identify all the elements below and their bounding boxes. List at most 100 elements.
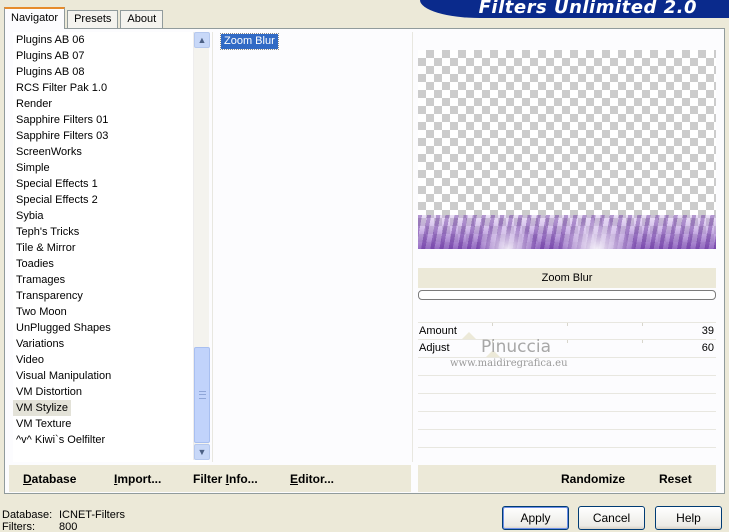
category-label: Toadies xyxy=(16,258,54,270)
category-label: Teph's Tricks xyxy=(16,226,80,238)
category-label: RCS Filter Pak 1.0 xyxy=(16,82,108,94)
filter-title: Zoom Blur xyxy=(418,268,716,288)
scroll-thumb[interactable] xyxy=(194,347,210,443)
cancel-button[interactable]: Cancel xyxy=(578,506,645,530)
category-item[interactable]: Special Effects 2 xyxy=(13,192,209,208)
category-item[interactable]: VM Stylize xyxy=(13,400,209,416)
category-item[interactable]: Toadies xyxy=(13,256,209,272)
status-area: Database: ICNET-Filters Filters: 800 xyxy=(2,509,125,532)
category-item[interactable]: Render xyxy=(13,96,209,112)
divider xyxy=(412,32,413,462)
category-scrollbar[interactable]: ▲ ▼ xyxy=(193,32,210,460)
category-label: ScreenWorks xyxy=(16,146,82,158)
progress-bar xyxy=(418,290,716,300)
category-item[interactable]: RCS Filter Pak 1.0 xyxy=(13,80,209,96)
slider-empty xyxy=(418,394,716,412)
category-item[interactable]: Teph's Tricks xyxy=(13,224,209,240)
slider-adjust[interactable]: Adjust 60 xyxy=(418,340,716,358)
filters-label: Filters: xyxy=(2,521,35,532)
watermark-url: www.maidiregrafica.eu xyxy=(450,358,568,369)
slider-empty xyxy=(418,412,716,430)
filters-count: 800 xyxy=(59,521,78,532)
category-label: Plugins AB 07 xyxy=(16,50,85,62)
category-item[interactable]: Plugins AB 07 xyxy=(13,48,209,64)
slider-empty xyxy=(418,448,716,466)
category-item[interactable]: Tramages xyxy=(13,272,209,288)
category-item[interactable]: Variations xyxy=(13,336,209,352)
tab-about[interactable]: About xyxy=(120,10,164,28)
category-item[interactable]: Special Effects 1 xyxy=(13,176,209,192)
category-label: Video xyxy=(16,354,44,366)
watermark-name: Pinuccia xyxy=(481,337,551,357)
category-label: VM Distortion xyxy=(16,386,83,398)
category-label: Visual Manipulation xyxy=(16,370,112,382)
right-button-bar: Randomize Reset xyxy=(418,465,716,492)
editor-button[interactable]: Editor... xyxy=(290,472,334,486)
apply-button[interactable]: Apply xyxy=(502,506,569,530)
category-label: Render xyxy=(16,98,53,110)
category-label: VM Texture xyxy=(16,418,72,430)
category-item[interactable]: Sapphire Filters 03 xyxy=(13,128,209,144)
category-label: Simple xyxy=(16,162,50,174)
category-label: Two Moon xyxy=(16,306,67,318)
category-label: Variations xyxy=(16,338,65,350)
category-label: Sapphire Filters 01 xyxy=(16,114,109,126)
reset-button[interactable]: Reset xyxy=(659,472,692,486)
slider-label: Amount xyxy=(419,325,457,337)
main-panel: Plugins AB 06 Plugins AB 07 Plugins AB 08 R… xyxy=(4,28,725,494)
category-label: Sapphire Filters 03 xyxy=(16,130,109,142)
category-item[interactable]: Visual Manipulation xyxy=(13,368,209,384)
category-item[interactable]: VM Distortion xyxy=(13,384,209,400)
category-label: Tile & Mirror xyxy=(16,242,76,254)
brand-banner: Filters Unlimited 2.0 xyxy=(420,0,729,18)
left-button-bar: Database Import... Filter Info... Editor… xyxy=(9,465,411,492)
divider xyxy=(212,32,213,462)
tab-strip: Navigator Presets About xyxy=(4,6,165,29)
scroll-up-icon[interactable]: ▲ xyxy=(194,32,210,48)
category-label: Plugins AB 06 xyxy=(16,34,85,46)
category-item[interactable]: Two Moon xyxy=(13,304,209,320)
slider-empty xyxy=(418,376,716,394)
category-item[interactable]: Video xyxy=(13,352,209,368)
slider-value: 39 xyxy=(701,325,714,337)
category-item[interactable]: Sybia xyxy=(13,208,209,224)
category-item[interactable]: VM Texture xyxy=(13,416,209,432)
database-label: Database: xyxy=(2,509,53,521)
help-button[interactable]: Help xyxy=(655,506,722,530)
category-item[interactable]: ^v^ Kiwi`s Oelfilter xyxy=(13,432,209,448)
category-label: VM Stylize xyxy=(13,400,71,416)
category-label: Sybia xyxy=(16,210,44,222)
category-label: Transparency xyxy=(16,290,83,302)
tab-navigator[interactable]: Navigator xyxy=(4,7,66,29)
category-label: Tramages xyxy=(16,274,66,286)
category-item[interactable]: UnPlugged Shapes xyxy=(13,320,209,336)
filter-info-button[interactable]: Filter Info... xyxy=(193,472,258,486)
preview-image xyxy=(418,50,716,249)
category-item[interactable]: Simple xyxy=(13,160,209,176)
category-item[interactable]: Plugins AB 08 xyxy=(13,64,209,80)
category-item[interactable]: Plugins AB 06 xyxy=(13,32,209,48)
import-button[interactable]: Import... xyxy=(114,472,161,486)
parameter-sliders: Amount 39 Adjust 60 xyxy=(418,322,716,466)
category-label: Special Effects 2 xyxy=(16,194,98,206)
randomize-button[interactable]: Randomize xyxy=(561,472,625,486)
database-value: ICNET-Filters xyxy=(59,509,125,521)
slider-empty xyxy=(418,430,716,448)
slider-value: 60 xyxy=(701,342,714,354)
filter-list[interactable]: Zoom Blur xyxy=(220,33,411,50)
tab-presets[interactable]: Presets xyxy=(67,10,119,28)
scroll-down-icon[interactable]: ▼ xyxy=(194,444,210,460)
filter-item-zoom-blur[interactable]: Zoom Blur xyxy=(220,33,279,50)
category-list[interactable]: Plugins AB 06 Plugins AB 07 Plugins AB 08 R… xyxy=(13,32,209,462)
slider-amount[interactable]: Amount 39 xyxy=(418,322,716,340)
slider-label: Adjust xyxy=(419,342,450,354)
category-item[interactable]: Tile & Mirror xyxy=(13,240,209,256)
category-item[interactable]: Sapphire Filters 01 xyxy=(13,112,209,128)
category-item[interactable]: Transparency xyxy=(13,288,209,304)
category-label: UnPlugged Shapes xyxy=(16,322,111,334)
slider-thumb[interactable] xyxy=(462,332,477,339)
database-button[interactable]: Database xyxy=(23,472,76,486)
category-item[interactable]: ScreenWorks xyxy=(13,144,209,160)
category-label: Special Effects 1 xyxy=(16,178,98,190)
category-label: ^v^ Kiwi`s Oelfilter xyxy=(16,434,106,446)
